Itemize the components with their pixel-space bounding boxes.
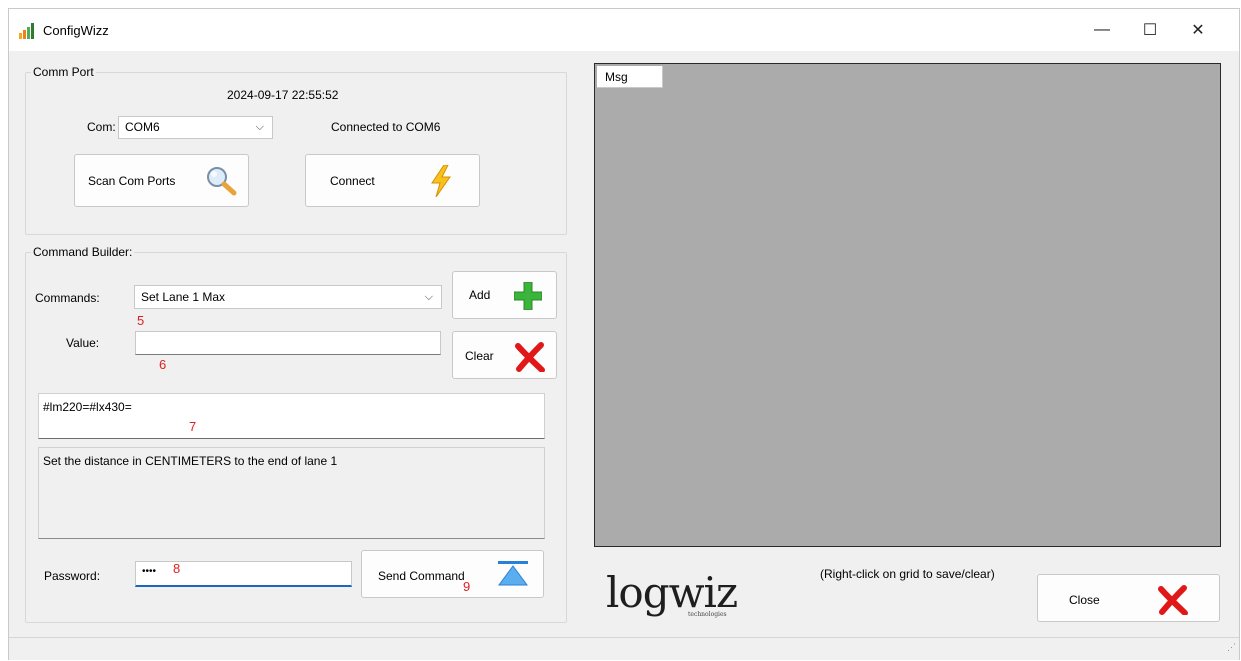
chevron-down-icon: ⌵ (255, 121, 264, 133)
upload-arrow-icon (498, 561, 528, 586)
connect-button[interactable]: Connect (305, 154, 480, 207)
password-input[interactable]: •••• (135, 561, 352, 587)
minimize-button[interactable]: — (1079, 9, 1125, 51)
command-builder-legend: Command Builder: (33, 245, 133, 259)
logwiz-logo: logwiz technologies (606, 571, 766, 621)
app-window: ConfigWizz — ☐ ✕ Comm Port 2024-09-17 22… (8, 8, 1240, 660)
send-command-button[interactable]: Send Command (361, 550, 544, 598)
scan-button-label: Scan Com Ports (88, 174, 176, 188)
value-label: Value: (66, 336, 100, 350)
magnifier-icon (207, 167, 237, 196)
message-grid[interactable]: Msg (594, 63, 1221, 547)
send-command-label: Send Command (378, 569, 465, 583)
plus-icon (514, 282, 542, 310)
logo-text: logwiz (606, 568, 738, 617)
commands-value: Set Lane 1 Max (141, 290, 226, 304)
clear-button[interactable]: Clear (452, 331, 557, 379)
commands-select[interactable]: Set Lane 1 Max ⌵ (134, 285, 442, 309)
grid-column-header-msg[interactable]: Msg (597, 66, 663, 88)
command-description-box: Set the distance in CENTIMETERS to the e… (38, 447, 545, 539)
annotation-6: 6 (159, 357, 167, 372)
clear-button-label: Clear (465, 349, 494, 363)
app-logo-icon (19, 23, 34, 39)
com-port-value: COM6 (125, 120, 160, 134)
value-input[interactable] (135, 331, 441, 355)
password-label: Password: (44, 569, 101, 583)
close-window-button[interactable]: ✕ (1175, 9, 1221, 51)
add-button[interactable]: Add (452, 271, 557, 319)
command-string-field[interactable]: #lm220=#lx430= (38, 393, 545, 439)
scan-com-ports-button[interactable]: Scan Com Ports (74, 154, 249, 207)
com-port-select[interactable]: COM6 ⌵ (118, 116, 273, 139)
commands-label: Commands: (35, 291, 100, 305)
grid-hint: (Right-click on grid to save/clear) (820, 567, 995, 581)
red-x-icon (1158, 585, 1188, 615)
timestamp: 2024-09-17 22:55:52 (227, 88, 339, 102)
close-button-label: Close (1069, 593, 1100, 607)
com-label: Com: (87, 120, 116, 134)
add-button-label: Add (469, 288, 491, 302)
connect-button-label: Connect (330, 174, 375, 188)
maximize-button[interactable]: ☐ (1127, 9, 1173, 51)
status-bar: ⋰ (9, 637, 1239, 660)
lightning-icon (431, 165, 451, 197)
red-x-icon (515, 342, 545, 372)
title-bar: ConfigWizz — ☐ ✕ (9, 9, 1239, 51)
close-button[interactable]: Close (1037, 574, 1220, 622)
annotation-7: 7 (189, 419, 197, 434)
resize-grip-icon[interactable]: ⋰ (1227, 642, 1236, 653)
annotation-5: 5 (137, 313, 145, 328)
window-title: ConfigWizz (43, 23, 109, 38)
command-description: Set the distance in CENTIMETERS to the e… (43, 454, 338, 468)
annotation-8: 8 (173, 561, 181, 576)
chevron-down-icon: ⌵ (424, 291, 433, 303)
annotation-9: 9 (463, 579, 471, 594)
connection-status: Connected to COM6 (331, 120, 441, 134)
msg-header-label: Msg (605, 70, 628, 84)
logo-subtext: technologies (688, 611, 727, 618)
command-string-value: #lm220=#lx430= (43, 400, 132, 414)
comm-port-legend: Comm Port (33, 65, 94, 79)
